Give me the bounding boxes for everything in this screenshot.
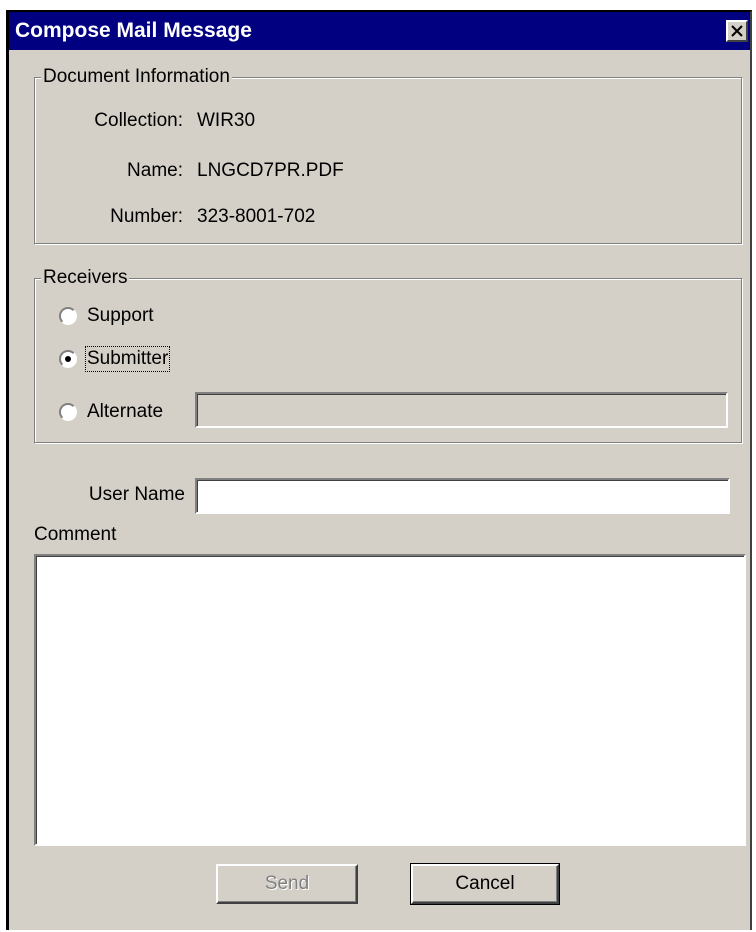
comment-textarea[interactable] — [36, 556, 744, 844]
compose-mail-dialog: Compose Mail Message Document Informatio… — [6, 10, 752, 930]
close-icon — [731, 25, 743, 37]
comment-label: Comment — [34, 524, 117, 545]
number-value: 323-8001-702 — [197, 206, 316, 227]
comment-field[interactable] — [34, 554, 746, 846]
close-button[interactable] — [726, 20, 748, 42]
radio-selected-dot — [65, 356, 71, 362]
send-button[interactable]: Send — [216, 864, 358, 904]
window-title: Compose Mail Message — [15, 19, 252, 42]
document-info-legend: Document Information — [41, 66, 232, 88]
name-value: LNGCD7PR.PDF — [197, 160, 344, 181]
collection-value: WIR30 — [197, 110, 256, 131]
submitter-label[interactable]: Submitter — [84, 346, 171, 372]
alternate-input[interactable] — [197, 394, 726, 426]
support-radio[interactable] — [59, 307, 77, 325]
user-name-field[interactable] — [195, 478, 730, 514]
support-label[interactable]: Support — [87, 305, 154, 327]
user-name-input[interactable] — [197, 480, 728, 512]
receivers-legend: Receivers — [41, 267, 130, 289]
alternate-label[interactable]: Alternate — [87, 401, 163, 423]
alternate-radio[interactable] — [59, 403, 77, 421]
collection-label: Collection: — [94, 110, 183, 131]
name-label: Name: — [127, 160, 183, 181]
submitter-radio[interactable] — [59, 350, 77, 368]
cancel-button[interactable]: Cancel — [410, 863, 560, 905]
title-bar[interactable]: Compose Mail Message — [9, 12, 750, 50]
alternate-field[interactable] — [195, 392, 728, 428]
number-label: Number: — [110, 206, 183, 227]
user-name-label: User Name — [88, 484, 185, 505]
